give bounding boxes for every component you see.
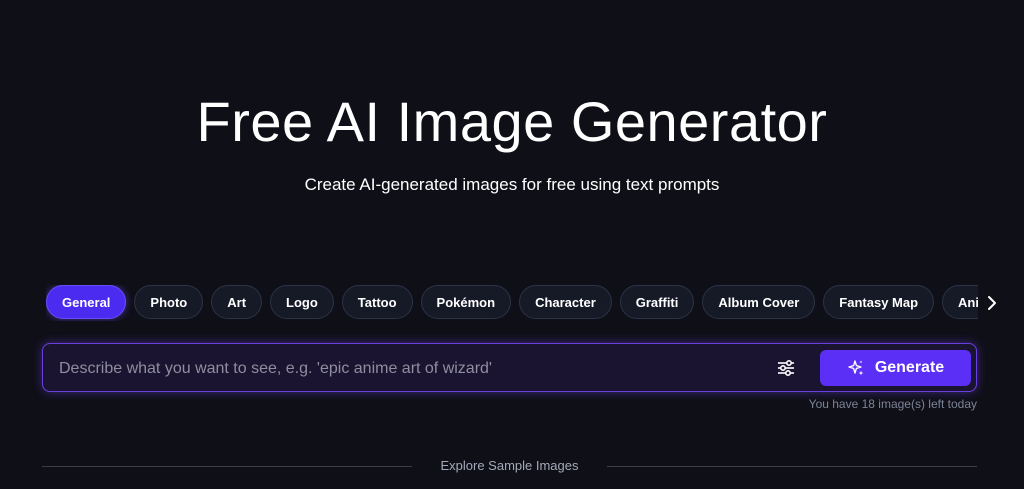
- page-title: Free AI Image Generator: [196, 90, 828, 153]
- prompt-input[interactable]: [57, 344, 761, 393]
- category-chip[interactable]: Anime: [942, 285, 978, 319]
- category-chip[interactable]: Fantasy Map: [823, 285, 935, 319]
- generate-label: Generate: [874, 359, 945, 376]
- prompt-bar: Generate: [42, 343, 977, 393]
- category-chip[interactable]: Pokémon: [420, 285, 512, 319]
- generate-button[interactable]: Generate: [820, 350, 971, 386]
- category-chip[interactable]: General: [46, 285, 127, 319]
- category-chip[interactable]: Photo: [134, 285, 204, 319]
- category-chip[interactable]: Graffiti: [619, 285, 695, 319]
- category-chip[interactable]: Art: [211, 285, 263, 319]
- divider: [607, 466, 977, 467]
- divider: [42, 466, 412, 467]
- sparkles-icon: [848, 360, 864, 376]
- category-chips: General Photo Art Logo Tattoo Pokémon Characte…: [46, 285, 978, 321]
- top-nav-fragment: [0, 0, 1024, 4]
- page-subtitle: Create AI-generated images for free usin…: [304, 175, 720, 194]
- explore-heading: Explore Sample Images: [440, 458, 579, 473]
- category-chip[interactable]: Character: [519, 285, 612, 319]
- page: Free AI Image Generator Create AI-genera…: [0, 0, 1024, 489]
- chevron-right-icon[interactable]: [980, 288, 1004, 318]
- category-chip[interactable]: Logo: [270, 285, 334, 319]
- category-chip[interactable]: Tattoo: [341, 285, 413, 319]
- sliders-icon[interactable]: [774, 356, 798, 380]
- quota-text: You have 18 image(s) left today: [808, 397, 977, 411]
- category-chip[interactable]: Album Cover: [702, 285, 816, 319]
